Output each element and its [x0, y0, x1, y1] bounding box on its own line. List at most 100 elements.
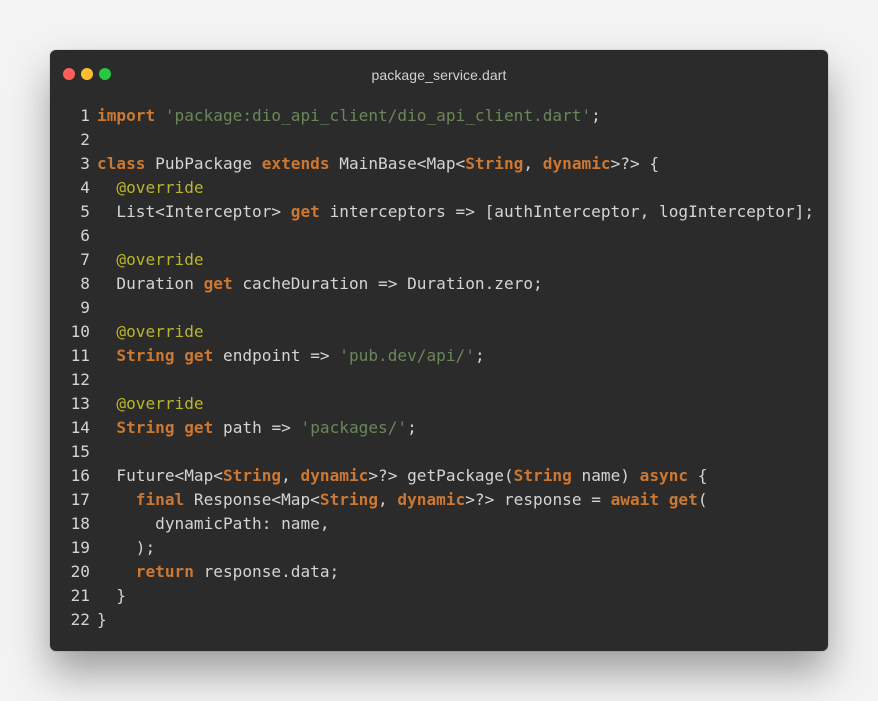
code-token-string: 'pub.dev/api/' — [339, 346, 475, 365]
code-token-keyword: String — [222, 466, 282, 485]
line-number: 20 — [70, 562, 90, 581]
code-line: 20 return response.data; — [50, 560, 828, 584]
code-line: 17 final Response<Map<String, dynamic>?>… — [50, 488, 828, 512]
code-line: 3 class PubPackage extends MainBase<Map<S… — [50, 152, 828, 176]
line-number: 11 — [70, 346, 90, 365]
code-line: 9 — [50, 296, 828, 320]
code-token-keyword: String — [319, 490, 379, 509]
code-line: 15 — [50, 440, 828, 464]
code-token-plain: } — [97, 610, 107, 629]
code-line: 12 — [50, 368, 828, 392]
code-line: 21 } — [50, 584, 828, 608]
code-token-plain: response.data; — [193, 562, 340, 581]
code-token-plain: >?> response = — [465, 490, 611, 509]
line-number: 12 — [70, 370, 90, 389]
code-token-plain: ; — [407, 418, 417, 437]
code-token-plain: name) — [571, 466, 640, 485]
code-token-plain: ; — [591, 106, 601, 125]
code-token-keyword: import — [97, 106, 156, 125]
code-line: 22} — [50, 608, 828, 632]
code-token-annotation: @override — [116, 178, 204, 197]
line-number: 4 — [80, 178, 90, 197]
code-token-plain: dynamicPath: name, — [97, 514, 330, 533]
code-line: 16 Future<Map<String, dynamic>?> getPack… — [50, 464, 828, 488]
line-number: 7 — [80, 250, 90, 269]
code-token-plain: path => — [213, 418, 301, 437]
code-token-plain: endpoint => — [213, 346, 340, 365]
code-token-plain: , — [378, 490, 398, 509]
line-number: 16 — [70, 466, 90, 485]
code-token-plain: ; — [474, 346, 485, 365]
code-token-string: 'package:dio_api_client/dio_api_client.d… — [164, 106, 592, 125]
code-token-plain: Duration — [97, 274, 204, 293]
line-number: 19 — [70, 538, 90, 557]
code-editor[interactable]: 1 import 'package:dio_api_client/dio_api_… — [50, 104, 828, 632]
code-token-plain: , — [523, 154, 543, 173]
line-number: 18 — [70, 514, 90, 533]
line-number: 8 — [80, 274, 90, 293]
line-number: 5 — [80, 202, 90, 221]
code-token-keyword: String — [116, 346, 175, 365]
line-number: 13 — [70, 394, 90, 413]
code-token-keyword: class — [97, 154, 146, 173]
code-token-plain: List<Interceptor> — [97, 202, 291, 221]
code-token-string: 'packages/' — [300, 418, 408, 437]
code-token-plain: { — [688, 466, 708, 485]
code-token-plain: Response<Map< — [184, 490, 320, 509]
code-line: 10 @override — [50, 320, 828, 344]
title-bar: package_service.dart — [50, 50, 828, 100]
code-line: 5 List<Interceptor> get interceptors => … — [50, 200, 828, 224]
line-number: 14 — [70, 418, 90, 437]
code-line: 19 ); — [50, 536, 828, 560]
code-token-keyword: get — [203, 274, 233, 293]
code-token-keyword: get — [668, 490, 698, 509]
code-line: 1 import 'package:dio_api_client/dio_api_… — [50, 104, 828, 128]
line-number: 21 — [70, 586, 90, 605]
code-token-plain: , — [281, 466, 301, 485]
line-number: 6 — [80, 226, 90, 245]
code-token-keyword: return — [135, 562, 194, 581]
code-token-keyword: String — [116, 418, 175, 437]
code-token-keyword: get — [184, 346, 214, 365]
code-line: 2 — [50, 128, 828, 152]
code-token-plain: cacheDuration => Duration.zero; — [232, 274, 543, 293]
code-token-annotation: @override — [116, 250, 204, 269]
code-token-keyword: final — [135, 490, 185, 509]
code-token-plain: Future<Map< — [97, 466, 223, 485]
code-token-plain: MainBase<Map< — [329, 154, 466, 173]
code-token-plain: >?> getPackage( — [368, 466, 514, 485]
line-number: 17 — [70, 490, 90, 509]
code-token-plain: ); — [97, 538, 156, 557]
code-token-plain: } — [97, 586, 127, 605]
code-window: package_service.dart 1 import 'package:di… — [50, 50, 828, 651]
line-number: 1 — [80, 106, 90, 125]
code-token-keyword: extends — [261, 154, 330, 173]
line-number: 3 — [80, 154, 90, 173]
code-line: 13 @override — [50, 392, 828, 416]
code-token-annotation: @override — [116, 394, 204, 413]
code-token-keyword: get — [184, 418, 214, 437]
code-token-keyword: dynamic — [542, 154, 611, 173]
line-number: 9 — [80, 298, 90, 317]
line-number: 2 — [80, 130, 90, 149]
code-token-plain: interceptors => [authInterceptor, logInt… — [319, 202, 815, 221]
code-token-keyword: String — [513, 466, 572, 485]
code-token-keyword: get — [290, 202, 320, 221]
code-line: 14 String get path => 'packages/'; — [50, 416, 828, 440]
line-number: 22 — [70, 610, 90, 629]
code-token-plain: ( — [697, 490, 708, 509]
code-token-keyword: String — [465, 154, 524, 173]
code-token-plain: >?> { — [610, 154, 660, 173]
window-title: package_service.dart — [371, 67, 507, 83]
code-token-keyword: dynamic — [300, 466, 369, 485]
